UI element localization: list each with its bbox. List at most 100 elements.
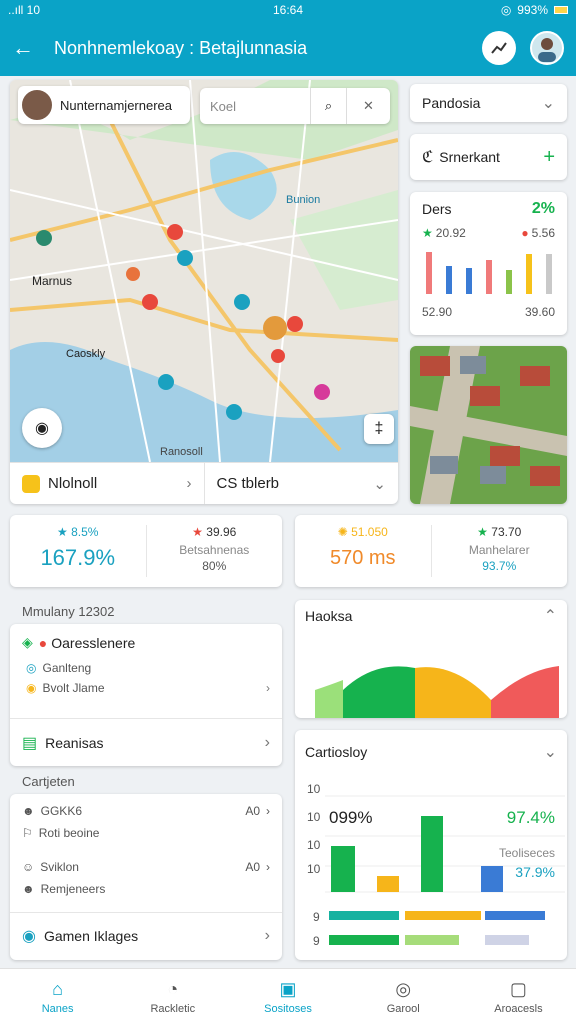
user-chip[interactable]: Nunternamjernerea xyxy=(18,86,190,124)
target-icon: ◉ xyxy=(35,420,49,437)
pin-red-icon: ● xyxy=(38,634,48,651)
clipboard-icon: ▢ xyxy=(509,978,527,999)
search-icon[interactable]: ⌕ xyxy=(310,88,346,124)
nav-activity[interactable]: ◔ Rackletic xyxy=(115,969,230,1024)
add-item-card[interactable]: ℭ Srnerkant + xyxy=(410,134,567,180)
map-card: Marnus Caoskly Ranosoll Bunion Nunternam… xyxy=(10,80,398,504)
map-footer-left-label: Nlolnoll xyxy=(48,475,98,492)
chevron-down-icon: ⌄ xyxy=(373,475,386,493)
nav-label: Rackletic xyxy=(150,1002,196,1015)
y-tick-1: 10 xyxy=(307,782,321,796)
y-tick-5: 9 xyxy=(313,910,320,924)
row2-sub: Remjeneers xyxy=(40,882,106,896)
kpi1-a-top: 8.5% xyxy=(71,525,99,539)
section-title-1: Mmulany 12302 xyxy=(22,604,115,619)
nav-home[interactable]: ⌂ Nanes xyxy=(0,969,115,1024)
y-tick-4: 10 xyxy=(307,862,321,876)
list-footer-label: Gamen Iklages xyxy=(43,928,139,944)
kpi1-b-top: 39.96 xyxy=(206,525,237,539)
chevron-right-icon: › xyxy=(266,860,270,874)
close-icon[interactable]: ✕ xyxy=(346,88,390,124)
houses-illustration xyxy=(410,346,567,504)
face-icon: ☻ xyxy=(22,882,35,896)
row1-value: A0 xyxy=(245,804,260,818)
pin-icon: ◈ xyxy=(22,634,33,650)
trend-icon xyxy=(491,42,507,54)
status-bar: ..ıll 10 16:64 ◎ 993% xyxy=(0,0,576,20)
back-arrow-icon[interactable]: ← xyxy=(12,35,34,61)
search-icon: ◎ xyxy=(395,978,412,999)
star-icon: ★ xyxy=(192,525,203,539)
row1-sub: Roti beoine xyxy=(38,826,100,840)
list-item[interactable]: ◉ Gamen Iklages › xyxy=(10,913,282,959)
face-icon: ☻ xyxy=(22,804,35,818)
home-icon: ⌂ xyxy=(52,978,64,999)
list-sub-1: Ganlteng xyxy=(42,661,92,675)
avatar[interactable] xyxy=(530,31,564,65)
bottom-nav: ⌂ Nanes ◔ Rackletic ▣ Sositoses ◎ Garool ▢ Ar… xyxy=(0,968,576,1024)
row2-title: Sviklon xyxy=(40,860,79,874)
stats-value-1: 20.92 xyxy=(435,226,466,240)
nav-label: Aroacesls xyxy=(494,1002,543,1015)
chevron-right-icon: › xyxy=(266,804,270,818)
chevron-up-icon[interactable]: ⌃ xyxy=(544,606,557,626)
nav-label: Sositoses xyxy=(264,1002,312,1015)
list-item-2-label: Reanisas xyxy=(45,734,104,751)
nav-sources[interactable]: ▣ Sositoses xyxy=(230,969,345,1024)
nav-search[interactable]: ◎ Garool xyxy=(346,969,461,1024)
area-chart xyxy=(315,666,559,718)
list-item[interactable]: ◈ ● Oaresslenere ◎ Ganlteng ◉ Bvolt Jlame › xyxy=(10,624,282,718)
map-footer-right-label: CS tblerb xyxy=(216,475,280,492)
swirl-icon: ℭ xyxy=(422,149,434,166)
bar-chart-title: Cartiosloy xyxy=(305,744,368,760)
stats-mini-bars xyxy=(426,252,552,294)
clock: 16:64 xyxy=(272,3,304,17)
layers-button[interactable]: ‡ xyxy=(364,414,394,444)
section-title-2: Cartjeten xyxy=(22,774,75,789)
stats-footer-1: 52.90 xyxy=(422,305,453,319)
area-chart-card: Haoksa ⌃ xyxy=(295,600,567,718)
square-icon: ▣ xyxy=(279,978,297,999)
list-item[interactable]: ▤ Reanisas › xyxy=(10,719,282,766)
star-icon: ★ xyxy=(477,525,488,539)
search-input[interactable]: Koel xyxy=(200,99,310,114)
map-footer-left[interactable]: Nlolnoll › xyxy=(10,463,204,504)
activity-icon: ◔ xyxy=(167,978,179,999)
app-bar: ← Nonhnemlekoay : Betajlunnasia xyxy=(0,20,576,76)
dot-icon: ◎ xyxy=(26,661,37,675)
face-icon: ☺ xyxy=(22,860,35,874)
map-label-caoskly: Caoskly xyxy=(66,348,106,360)
locate-button[interactable]: ◉ xyxy=(22,408,62,448)
map-graphic xyxy=(10,80,398,462)
map-label-marnus: Marnus xyxy=(32,274,73,288)
nav-accounts[interactable]: ▢ Aroacesls xyxy=(461,969,576,1024)
star-icon: ★ xyxy=(422,226,433,240)
y-tick-6: 9 xyxy=(313,934,320,948)
plus-icon[interactable]: + xyxy=(543,146,555,169)
chevron-down-icon[interactable]: ⌄ xyxy=(544,742,557,762)
kpi2-b-value: 93.7% xyxy=(482,559,517,573)
trend-button[interactable] xyxy=(482,31,516,65)
city-map[interactable]: Marnus Caoskly Ranosoll Bunion Nunternam… xyxy=(10,80,398,462)
list-card-1: ◈ ● Oaresslenere ◎ Ganlteng ◉ Bvolt Jlame › ▤… xyxy=(10,624,282,766)
list-item[interactable]: ☺ Sviklon A0 › ☻ Remjeneers xyxy=(10,852,282,912)
stats-footer-2: 39.60 xyxy=(524,305,555,319)
sun-icon: ✺ xyxy=(337,525,348,539)
map-footer-right[interactable]: CS tblerb ⌄ xyxy=(203,463,399,504)
flag-icon: ⚐ xyxy=(22,826,33,840)
region-dropdown[interactable]: Pandosia ⌄ xyxy=(410,84,567,122)
list-item[interactable]: ☻ GGKK6 A0 › ⚐ Roti beoine xyxy=(10,794,282,852)
kpi1-b-value: 80% xyxy=(202,559,227,573)
bar-chart-card: Cartiosloy ⌄ 10 099% 97.4% 10 10 10 9 9 … xyxy=(295,730,567,960)
chevron-right-icon: › xyxy=(186,475,192,492)
doc-icon: ▤ xyxy=(22,734,38,752)
neighborhood-image[interactable] xyxy=(410,346,567,504)
nav-label: Nanes xyxy=(41,1002,74,1015)
chevron-down-icon: ⌄ xyxy=(541,95,555,112)
add-item-label: Srnerkant xyxy=(439,149,500,165)
person-icon xyxy=(538,38,556,62)
dot-icon: ◉ xyxy=(26,681,37,695)
kpi-card-1: ★ 8.5% 167.9% ★ 39.96 Betsahnenas 80% xyxy=(10,515,282,587)
stats-badge: 2% xyxy=(531,200,555,217)
user-label: Nunternamjernerea xyxy=(60,97,173,113)
